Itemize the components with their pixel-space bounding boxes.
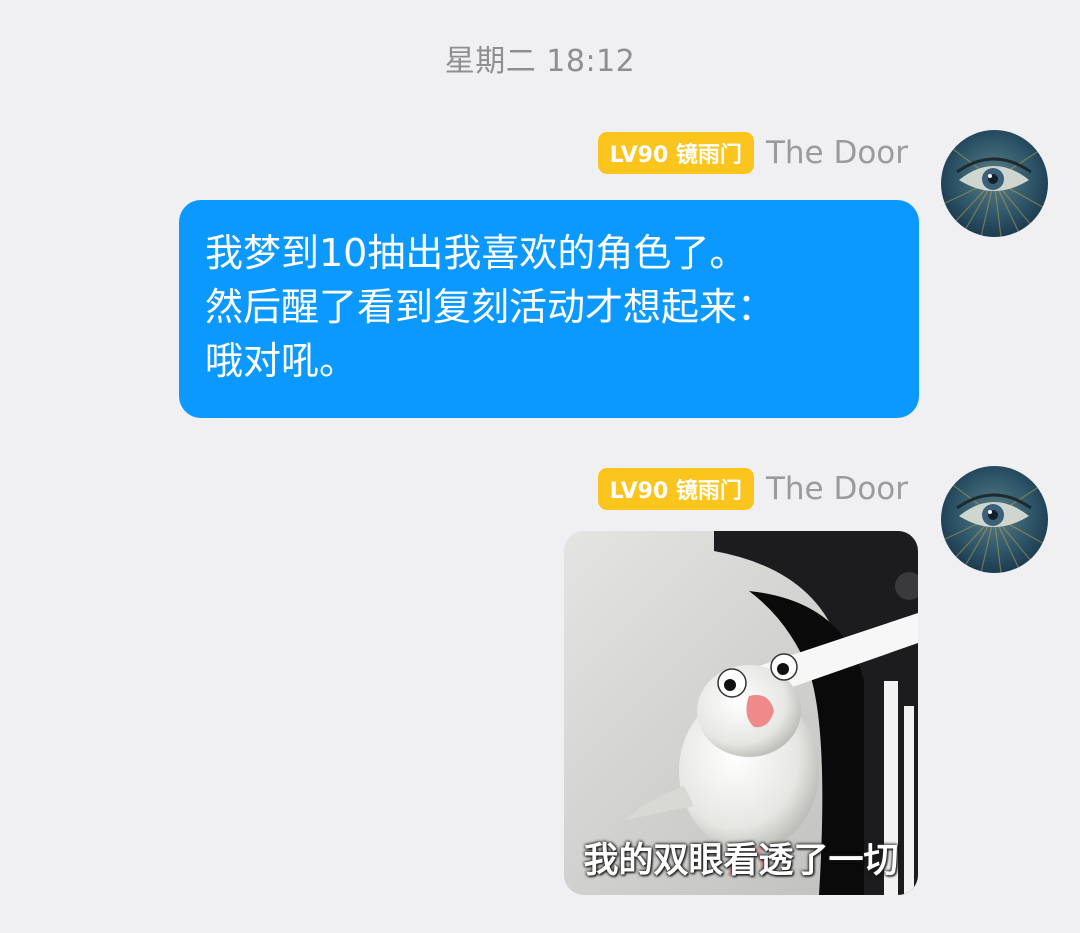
sender-row: LV90 镜雨门 The Door [597,132,908,174]
level-badge[interactable]: LV90 镜雨门 [597,468,754,510]
level-badge[interactable]: LV90 镜雨门 [597,132,754,174]
eye-avatar-icon [941,130,1048,237]
sticker-caption: 我的双眼看透了一切 [583,841,899,881]
chat-screen: 星期二 18:12 LV90 镜雨门 The Door 我梦到10抽出我喜欢的角… [0,0,1080,933]
message-line: 然后醒了看到复刻活动才想起来： [205,285,776,329]
message-bubble[interactable]: 我梦到10抽出我喜欢的角色了。 然后醒了看到复刻活动才想起来： 哦对吼。 [179,200,919,418]
avatar[interactable] [941,466,1048,573]
sender-name[interactable]: The Door [766,471,908,507]
message-line: 我梦到10抽出我喜欢的角色了。 [205,231,748,275]
sender-name[interactable]: The Door [766,135,908,171]
sticker-message[interactable]: 我的双眼看透了一切 [564,531,918,895]
eye-avatar-icon [941,466,1048,573]
avatar[interactable] [941,130,1048,237]
sender-row: LV90 镜雨门 The Door [597,468,908,510]
message-timestamp: 星期二 18:12 [444,44,636,79]
message-line: 哦对吼。 [205,339,358,383]
